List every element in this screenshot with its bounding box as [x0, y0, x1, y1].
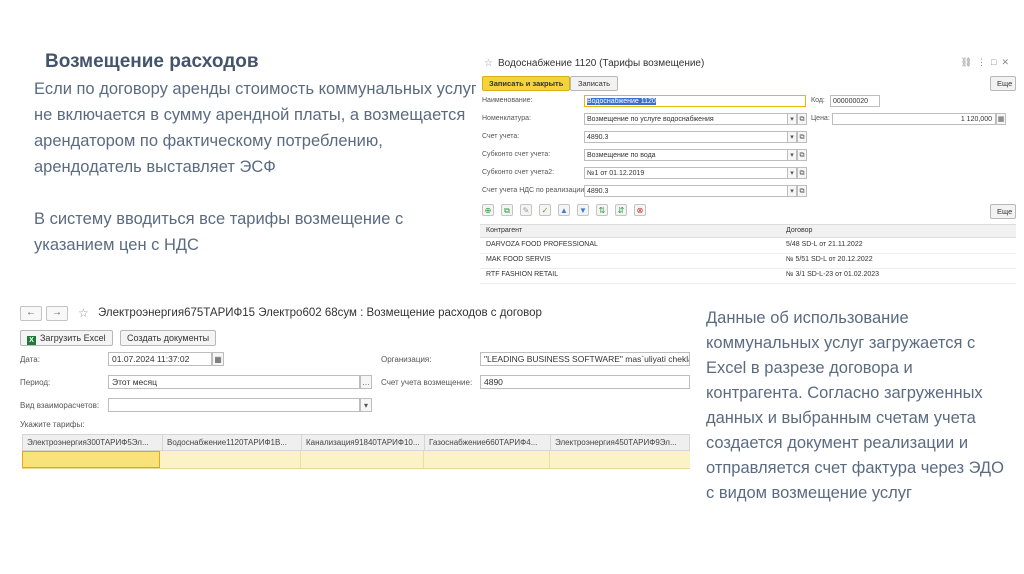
load-excel-button[interactable]: X Загрузить Excel: [20, 330, 113, 346]
right-description: Данные об использование коммунальных усл…: [706, 309, 1004, 502]
nomenclature-dropdown-button[interactable]: ▾: [787, 113, 797, 125]
copy-row-icon[interactable]: ⧉: [501, 204, 513, 216]
back-arrow-icon[interactable]: ←: [20, 306, 42, 321]
nomenclature-open-button[interactable]: ⧉: [797, 113, 807, 125]
vat-account-label: Счет учета НДС по реализации:: [482, 187, 587, 194]
save-and-close-button[interactable]: Записать и закрыть: [482, 76, 570, 91]
subconto2-field[interactable]: №1 от 01.12.2019: [584, 167, 788, 179]
name-label: Наименование:: [482, 97, 533, 104]
forward-arrow-icon[interactable]: →: [46, 306, 68, 321]
tariff-column-header[interactable]: Газоснабжение660ТАРИФ4...: [425, 435, 551, 450]
tariff-cell[interactable]: [424, 451, 550, 468]
subconto1-label: Субконто счет учета:: [482, 151, 551, 158]
subconto1-open-button[interactable]: ⧉: [797, 149, 807, 161]
cell-contract: № 5/51 SD-L от 20.12.2022: [786, 256, 873, 263]
left-paragraph-2: В систему вводиться все тарифы возмещени…: [34, 210, 404, 254]
cell-contract: 5/48 SD-L от 21.11.2022: [786, 241, 863, 248]
menu-icon[interactable]: ⋮: [977, 57, 991, 67]
account-open-button[interactable]: ⧉: [797, 131, 807, 143]
settlement-type-label: Вид взаиморасчетов:: [20, 401, 100, 410]
subconto1-field[interactable]: Возмещение по вода: [584, 149, 788, 161]
calendar-icon[interactable]: ▦: [212, 352, 224, 366]
left-paragraph-1: Если по договору аренды стоимость коммун…: [34, 80, 477, 176]
vat-account-open-button[interactable]: ⧉: [797, 185, 807, 197]
code-label: Код:: [811, 97, 825, 104]
organization-field[interactable]: "LEADING BUSINESS SOFTWARE" mas`uliyati …: [480, 352, 690, 366]
tariff-column-header[interactable]: Канализация91840ТАРИФ10...: [302, 435, 425, 450]
sort-desc-icon[interactable]: ⇵: [615, 204, 627, 216]
expense-window-title: Электроэнергия675ТАРИФ15 Электро602 68су…: [98, 307, 542, 319]
table-row[interactable]: MAK FOOD SERVIS № 5/51 SD-L от 20.12.202…: [480, 253, 1016, 269]
table-row[interactable]: DARVOZA FOOD PROFESSIONAL 5/48 SD-L от 2…: [480, 238, 1016, 254]
price-calculator-button[interactable]: ▦: [996, 113, 1006, 125]
vat-account-dropdown-button[interactable]: ▾: [787, 185, 797, 197]
account-field[interactable]: 4890.3: [584, 131, 788, 143]
tariff-window-title: Водоснабжение 1120 (Тарифы возмещение): [498, 58, 705, 69]
nomenclature-field[interactable]: Возмещение по услуге водоснабжения: [584, 113, 788, 125]
delete-row-icon[interactable]: ⊗: [634, 204, 646, 216]
slide-title: Возмещение расходов: [45, 51, 259, 72]
favorite-star-icon[interactable]: ☆: [484, 58, 493, 69]
tariffs-grid-row[interactable]: [22, 451, 690, 469]
maximize-icon[interactable]: □: [991, 57, 1001, 67]
add-row-icon[interactable]: ⊕: [482, 204, 494, 216]
save-button[interactable]: Записать: [570, 76, 618, 91]
check-row-icon[interactable]: ✓: [539, 204, 551, 216]
date-label: Дата:: [20, 355, 40, 364]
subconto2-dropdown-button[interactable]: ▾: [787, 167, 797, 179]
tariffs-label: Укажите тарифы:: [20, 420, 85, 429]
date-field[interactable]: 01.07.2024 11:37:02: [108, 352, 212, 366]
create-documents-button[interactable]: Создать документы: [120, 330, 217, 346]
column-header-contract[interactable]: Договор: [786, 227, 812, 234]
sort-asc-icon[interactable]: ⇅: [596, 204, 608, 216]
favorite-star-icon[interactable]: ☆: [78, 306, 89, 320]
account-dropdown-button[interactable]: ▾: [787, 131, 797, 143]
organization-label: Организация:: [381, 355, 432, 364]
period-select-button[interactable]: …: [360, 375, 372, 389]
tariff-cell[interactable]: [301, 451, 424, 468]
account-label: Счет учета:: [482, 133, 520, 140]
tariff-cell[interactable]: [162, 451, 301, 468]
tariffs-grid-header: Электроэнергия300ТАРИФ5Эл... Водоснабжен…: [22, 434, 690, 451]
edit-row-icon[interactable]: ✎: [520, 204, 532, 216]
expense-window: ← → ☆ Электроэнергия675ТАРИФ15 Электро60…: [14, 298, 690, 478]
subconto2-open-button[interactable]: ⧉: [797, 167, 807, 179]
cell-counterparty: MAK FOOD SERVIS: [486, 256, 551, 263]
table-header: Контрагент Договор: [480, 224, 1016, 238]
period-field[interactable]: Этот месяц: [108, 375, 360, 389]
subconto2-label: Субконто счет учета2:: [482, 169, 555, 176]
table-more-button[interactable]: Еще: [990, 204, 1016, 219]
tariff-column-header[interactable]: Электроэнергия300ТАРИФ5Эл...: [23, 435, 163, 450]
tariff-window: ☆ Водоснабжение 1120 (Тарифы возмещение)…: [476, 52, 1020, 288]
link-icon[interactable]: ⛓: [961, 57, 977, 67]
tariff-column-header[interactable]: Водоснабжение1120ТАРИФ1В...: [163, 435, 302, 450]
reimbursement-account-field[interactable]: 4890: [480, 375, 690, 389]
cell-contract: № 3/1 SD-L-23 от 01.02.2023: [786, 271, 880, 278]
nomenclature-label: Номенклатура:: [482, 115, 531, 122]
column-header-counterparty[interactable]: Контрагент: [486, 227, 522, 234]
price-label: Цена:: [811, 115, 830, 122]
settlement-type-field[interactable]: [108, 398, 360, 412]
cell-counterparty: RTF FASHION RETAIL: [486, 271, 559, 278]
reimbursement-account-label: Счет учета возмещение:: [381, 378, 473, 387]
table-row[interactable]: RTF FASHION RETAIL № 3/1 SD-L-23 от 01.0…: [480, 268, 1016, 284]
vat-account-field[interactable]: 4890.3: [584, 185, 788, 197]
settlement-type-dropdown-button[interactable]: ▾: [360, 398, 372, 412]
period-label: Период:: [20, 378, 51, 387]
name-field[interactable]: Водоснабжение 1120: [584, 95, 806, 107]
tariff-cell[interactable]: [550, 451, 690, 468]
move-up-icon[interactable]: ▲: [558, 204, 570, 216]
move-down-icon[interactable]: ▼: [577, 204, 589, 216]
excel-icon: X: [27, 336, 36, 345]
window-controls: ⛓⋮□✕: [961, 57, 1014, 68]
cell-counterparty: DARVOZA FOOD PROFESSIONAL: [486, 241, 598, 248]
code-field[interactable]: 000000020: [830, 95, 880, 107]
subconto1-dropdown-button[interactable]: ▾: [787, 149, 797, 161]
tariff-cell-active[interactable]: [22, 451, 160, 468]
left-description: Если по договору аренды стоимость коммун…: [34, 76, 484, 258]
close-icon[interactable]: ✕: [1001, 57, 1014, 67]
price-field[interactable]: 1 120,000: [832, 113, 996, 125]
more-button[interactable]: Еще: [990, 76, 1016, 91]
tariff-column-header[interactable]: Электроэнергия450ТАРИФ9Эл...: [551, 435, 691, 450]
